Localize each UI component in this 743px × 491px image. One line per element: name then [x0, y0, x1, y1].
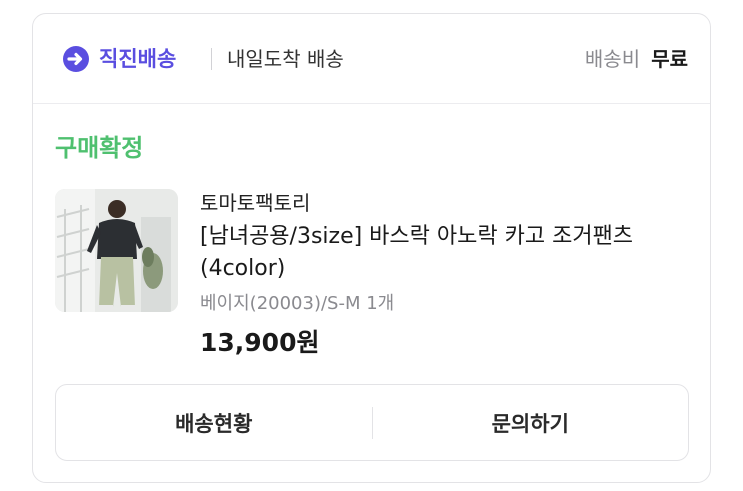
order-actions: 배송현황 문의하기	[55, 384, 689, 461]
product-price: 13,900원	[200, 328, 320, 357]
delivery-type-label: 직진배송	[99, 47, 177, 71]
delivery-status-button[interactable]: 배송현황	[56, 385, 372, 460]
delivery-header: 직진배송 내일도착 배송 배송비 무료	[33, 14, 710, 104]
arrival-label: 내일도착 배송	[227, 47, 344, 71]
inquiry-button[interactable]: 문의하기	[373, 385, 689, 460]
store-name[interactable]: 토마토팩토리	[200, 189, 310, 217]
product-name[interactable]: [남녀공용/3size] 바스락 아노락 카고 조거팬츠(4color)	[200, 221, 680, 285]
order-card: 직진배송 내일도착 배송 배송비 무료 구매확정 토마토팩토리 [남녀공용/3s…	[32, 13, 711, 483]
arrow-circle-right-icon	[63, 46, 89, 72]
product-image	[55, 189, 178, 312]
product-option: 베이지(20003)/S-M 1개	[200, 293, 395, 314]
header-divider	[211, 48, 212, 70]
order-status: 구매확정	[55, 134, 144, 162]
product-thumbnail[interactable]	[55, 189, 178, 312]
shipping-fee: 배송비 무료	[585, 44, 688, 76]
shipping-fee-value: 무료	[651, 47, 688, 71]
shipping-fee-label: 배송비	[584, 47, 641, 71]
